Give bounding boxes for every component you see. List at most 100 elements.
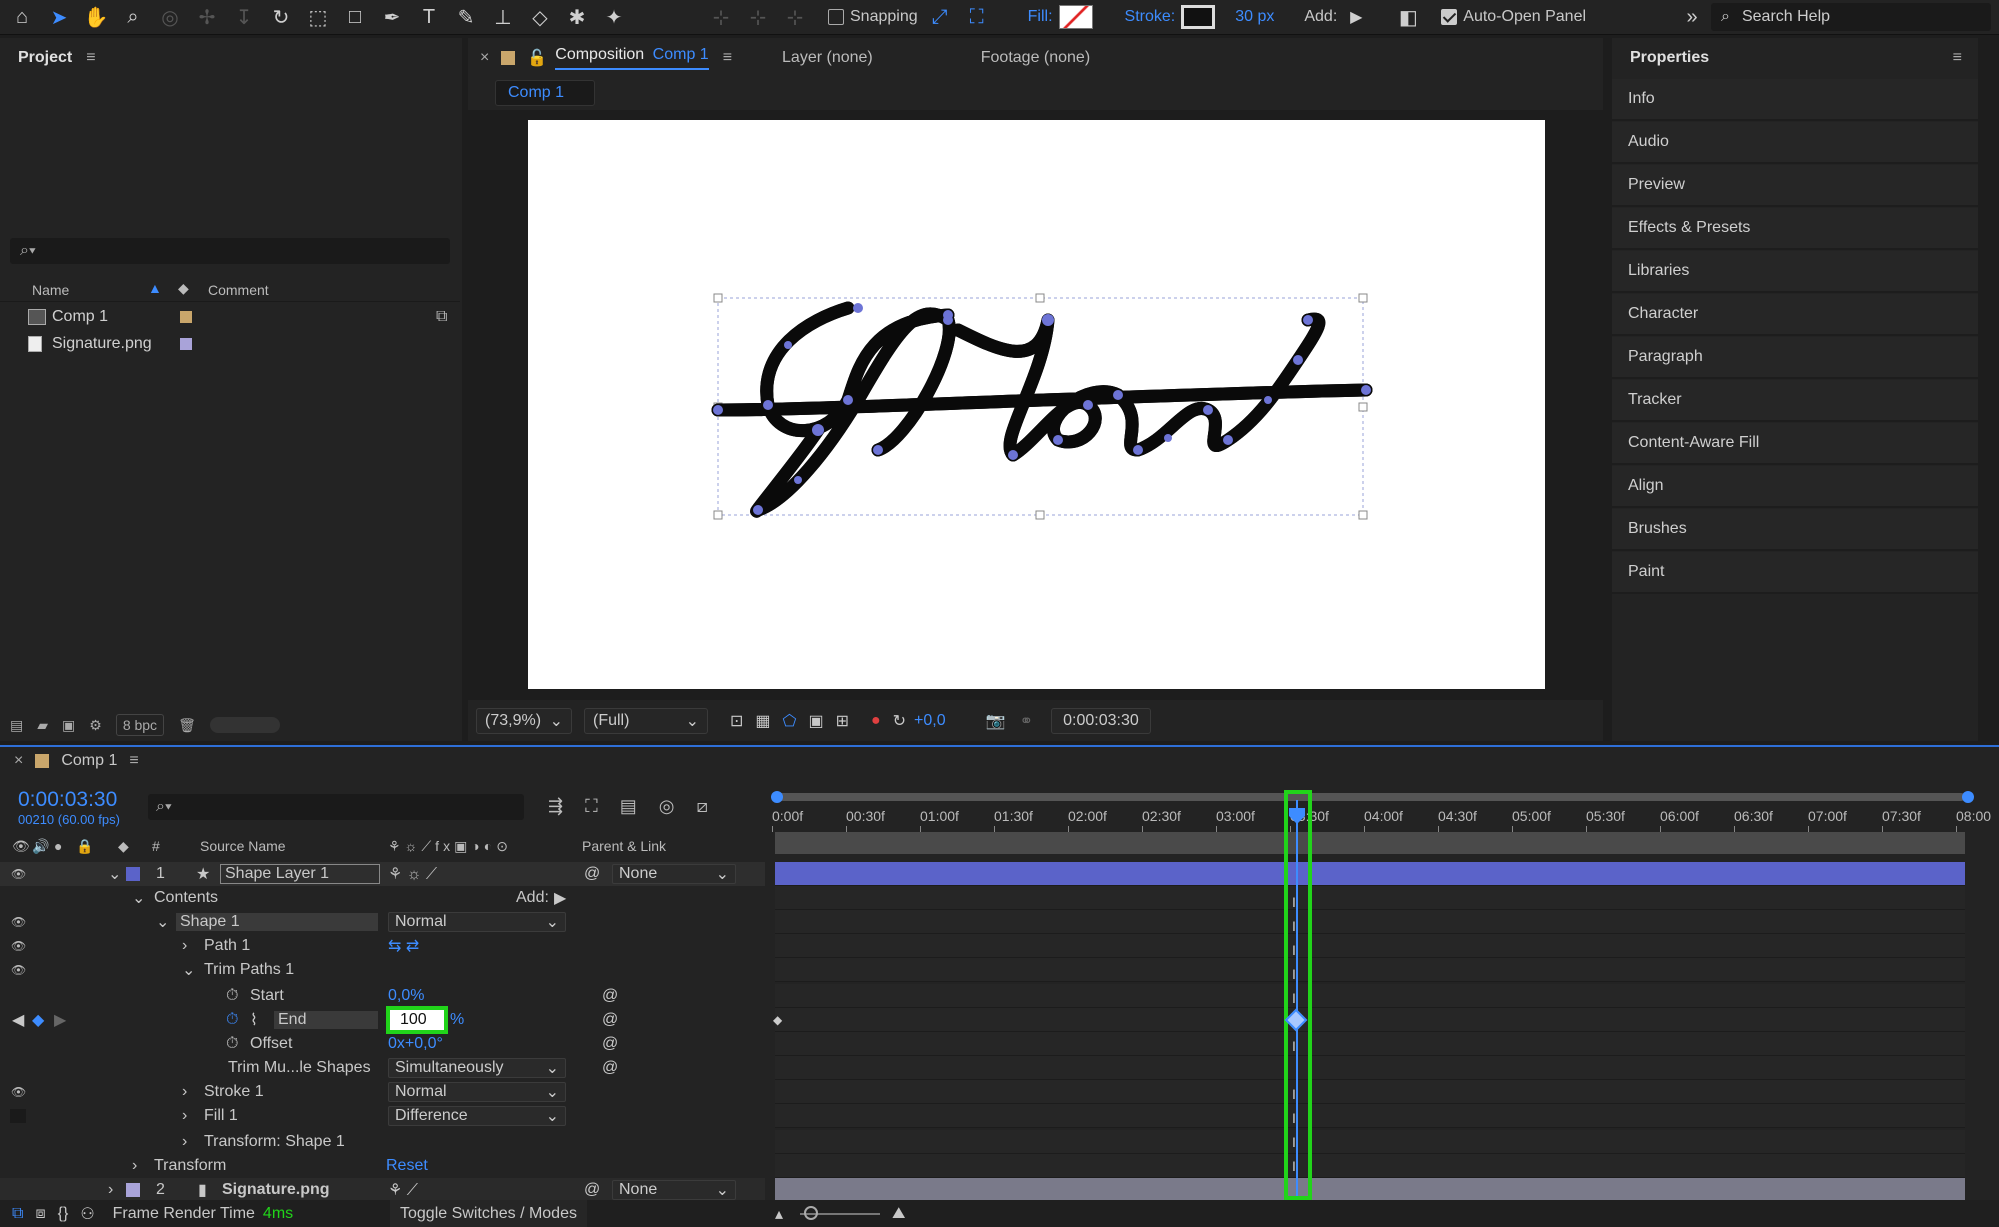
visibility-eye-icon[interactable]: 👁 [11, 963, 27, 977]
bpc-button[interactable]: 8 bpc [115, 714, 165, 736]
show-snapshot-icon[interactable]: ⚭ [1020, 711, 1033, 731]
stroke-width-value[interactable]: 30 px [1235, 8, 1274, 26]
transfer-controls-icon[interactable]: ⧈ [35, 1205, 45, 1223]
prev-keyframe-icon[interactable]: ◀ [12, 1010, 24, 1030]
next-keyframe-icon[interactable]: ▶ [54, 1010, 66, 1030]
label-tag-icon[interactable]: ◆ [118, 838, 129, 855]
auto-open-checkbox[interactable] [1441, 9, 1458, 25]
panel-item-align[interactable]: Align [1612, 466, 1978, 508]
layer-label-swatch[interactable] [126, 1183, 140, 1197]
work-area-start-handle[interactable] [771, 791, 783, 803]
snapshot-icon[interactable]: 📷 [986, 711, 1006, 731]
type-tool-icon[interactable]: T [414, 2, 444, 32]
expression-pick-whip-icon[interactable]: @ [602, 1011, 618, 1029]
add-menu-icon[interactable]: ▶ [1341, 2, 1371, 32]
visibility-eye-icon[interactable]: 👁 [11, 867, 27, 881]
axis-local-icon[interactable]: ⊹ [706, 2, 736, 32]
end-value-input[interactable]: 100 [386, 1006, 448, 1034]
region-of-interest-icon[interactable]: ▣ [808, 711, 823, 731]
trim-multiple-row[interactable]: Trim Mu...le Shapes Simultaneously ⌄ @ [0, 1056, 765, 1080]
pick-whip-icon[interactable]: @ [584, 865, 600, 883]
tab-composition[interactable]: Composition Comp 1 [555, 46, 709, 70]
composition-canvas[interactable] [528, 120, 1545, 689]
fast-previews-icon[interactable]: ⊡ [730, 711, 743, 731]
transparency-grid-icon[interactable]: ▦ [755, 711, 770, 731]
expression-pick-whip-icon[interactable]: @ [602, 1059, 618, 1077]
collapse-chevron-icon[interactable]: › [132, 1157, 137, 1175]
panel-item-libraries[interactable]: Libraries [1612, 251, 1978, 293]
pan-behind-icon[interactable]: ⬚ [303, 2, 333, 32]
visibility-eye-icon[interactable]: 👁 [11, 939, 27, 953]
stopwatch-icon[interactable]: ⏱ [226, 1035, 238, 1053]
video-switch-icon[interactable]: 👁 [12, 838, 30, 855]
brush-tool-icon[interactable]: ✎ [451, 2, 481, 32]
panel-item-brushes[interactable]: Brushes [1612, 509, 1978, 551]
pen-tool-icon[interactable]: ✒ [377, 2, 407, 32]
shape1-blend-dropdown[interactable]: Normal ⌄ [388, 912, 566, 932]
rotation-tool-icon[interactable]: ↻ [266, 2, 296, 32]
stroke1-blend-dropdown[interactable]: Normal ⌄ [388, 1082, 566, 1102]
pan-camera-icon[interactable]: ✢ [192, 2, 222, 32]
snapping-checkbox[interactable] [828, 9, 844, 25]
tab-footage[interactable]: Footage (none) [981, 49, 1090, 67]
fill-swatch[interactable] [1058, 5, 1093, 29]
draft-3d-icon[interactable]: ⛶ [585, 796, 598, 817]
panel-item-tracker[interactable]: Tracker [1612, 380, 1978, 422]
start-value[interactable]: 0,0% [388, 987, 424, 1005]
fill1-row[interactable]: › Fill 1 Difference ⌄ [0, 1104, 765, 1128]
layer-row-shape-layer-1[interactable]: 👁 ⌄ 1 ★ Shape Layer 1 ⚘ ☼ ⟋ @ None ⌄ [0, 862, 765, 886]
toggle-switches-modes-button[interactable]: Toggle Switches / Modes [390, 1200, 587, 1227]
sort-up-icon[interactable]: ▲ [148, 280, 162, 296]
col-comment[interactable]: Comment [208, 282, 269, 298]
pick-whip-icon[interactable]: @ [584, 1181, 600, 1199]
offset-value[interactable]: 0x+0,0° [388, 1035, 443, 1053]
magnification-dropdown[interactable]: (73,9%) ⌄ [476, 708, 572, 734]
exposure-value[interactable]: +0,0 [914, 712, 946, 730]
panel-item-audio[interactable]: Audio [1612, 122, 1978, 164]
render-time-icon[interactable]: ⚇ [80, 1204, 94, 1224]
col-source-name[interactable]: Source Name [200, 838, 286, 854]
project-menu-icon[interactable]: ≡ [86, 49, 95, 67]
collapse-chevron-icon[interactable]: › [182, 1083, 187, 1101]
expand-chevron-icon[interactable]: ⌄ [108, 864, 121, 884]
motion-blur-icon[interactable]: ◎ [659, 796, 675, 817]
close-tab-icon[interactable]: × [480, 49, 489, 67]
search-help-input[interactable]: ⌕ Search Help [1711, 3, 1991, 31]
clone-stamp-icon[interactable]: ⊥ [488, 2, 518, 32]
panel-toggle-icon[interactable]: ◧ [1393, 2, 1423, 32]
layer-label-swatch[interactable] [126, 867, 140, 881]
parent-dropdown[interactable]: None ⌄ [612, 864, 736, 884]
expand-chevron-icon[interactable]: ⌄ [132, 888, 145, 908]
expression-pick-whip-icon[interactable]: @ [602, 987, 618, 1005]
close-tab-icon[interactable]: × [14, 752, 23, 770]
zoom-slider-handle[interactable] [804, 1206, 818, 1220]
layer-name[interactable]: Signature.png [222, 1181, 330, 1199]
add-menu-icon[interactable]: ▶ [554, 888, 566, 908]
lock-switch-icon[interactable]: 🔒 [76, 838, 93, 855]
tab-layer[interactable]: Layer (none) [782, 49, 873, 67]
label-color-swatch[interactable] [180, 337, 192, 350]
parent-dropdown[interactable]: None ⌄ [612, 1180, 736, 1200]
trash-icon[interactable]: 🗑 [178, 717, 196, 734]
properties-menu-icon[interactable]: ≡ [1953, 49, 1962, 67]
work-area-end-handle[interactable] [1962, 791, 1974, 803]
new-folder-icon[interactable]: ▰ [37, 717, 48, 734]
offset-row[interactable]: ⏱ Offset 0x+0,0° @ [0, 1032, 765, 1056]
trim-multiple-dropdown[interactable]: Simultaneously ⌄ [388, 1058, 566, 1078]
visibility-eye-icon[interactable]: 👁 [11, 1085, 27, 1099]
project-settings-icon[interactable]: ⚙ [89, 717, 102, 734]
expand-chevron-icon[interactable]: ⌄ [156, 912, 169, 932]
comp-breadcrumb[interactable]: Comp 1 [495, 80, 595, 106]
dolly-camera-icon[interactable]: ↧ [229, 2, 259, 32]
stroke-swatch[interactable] [1181, 5, 1216, 29]
work-area-bar[interactable] [775, 793, 1965, 801]
axis-view-icon[interactable]: ⊹ [780, 2, 810, 32]
zoom-out-icon[interactable]: ▴ [775, 1204, 783, 1224]
orbit-camera-icon[interactable]: ◎ [155, 2, 185, 32]
shape1-row[interactable]: 👁 ⌄ Shape 1 Normal ⌄ [0, 910, 765, 934]
viewer-timecode[interactable]: 0:00:03:30 [1050, 708, 1151, 734]
transform-reset-link[interactable]: Reset [386, 1157, 428, 1175]
label-tag-icon[interactable]: ◆ [178, 280, 189, 297]
path1-row[interactable]: 👁 › Path 1 ⇆ ⇄ [0, 934, 765, 958]
panel-item-paragraph[interactable]: Paragraph [1612, 337, 1978, 379]
